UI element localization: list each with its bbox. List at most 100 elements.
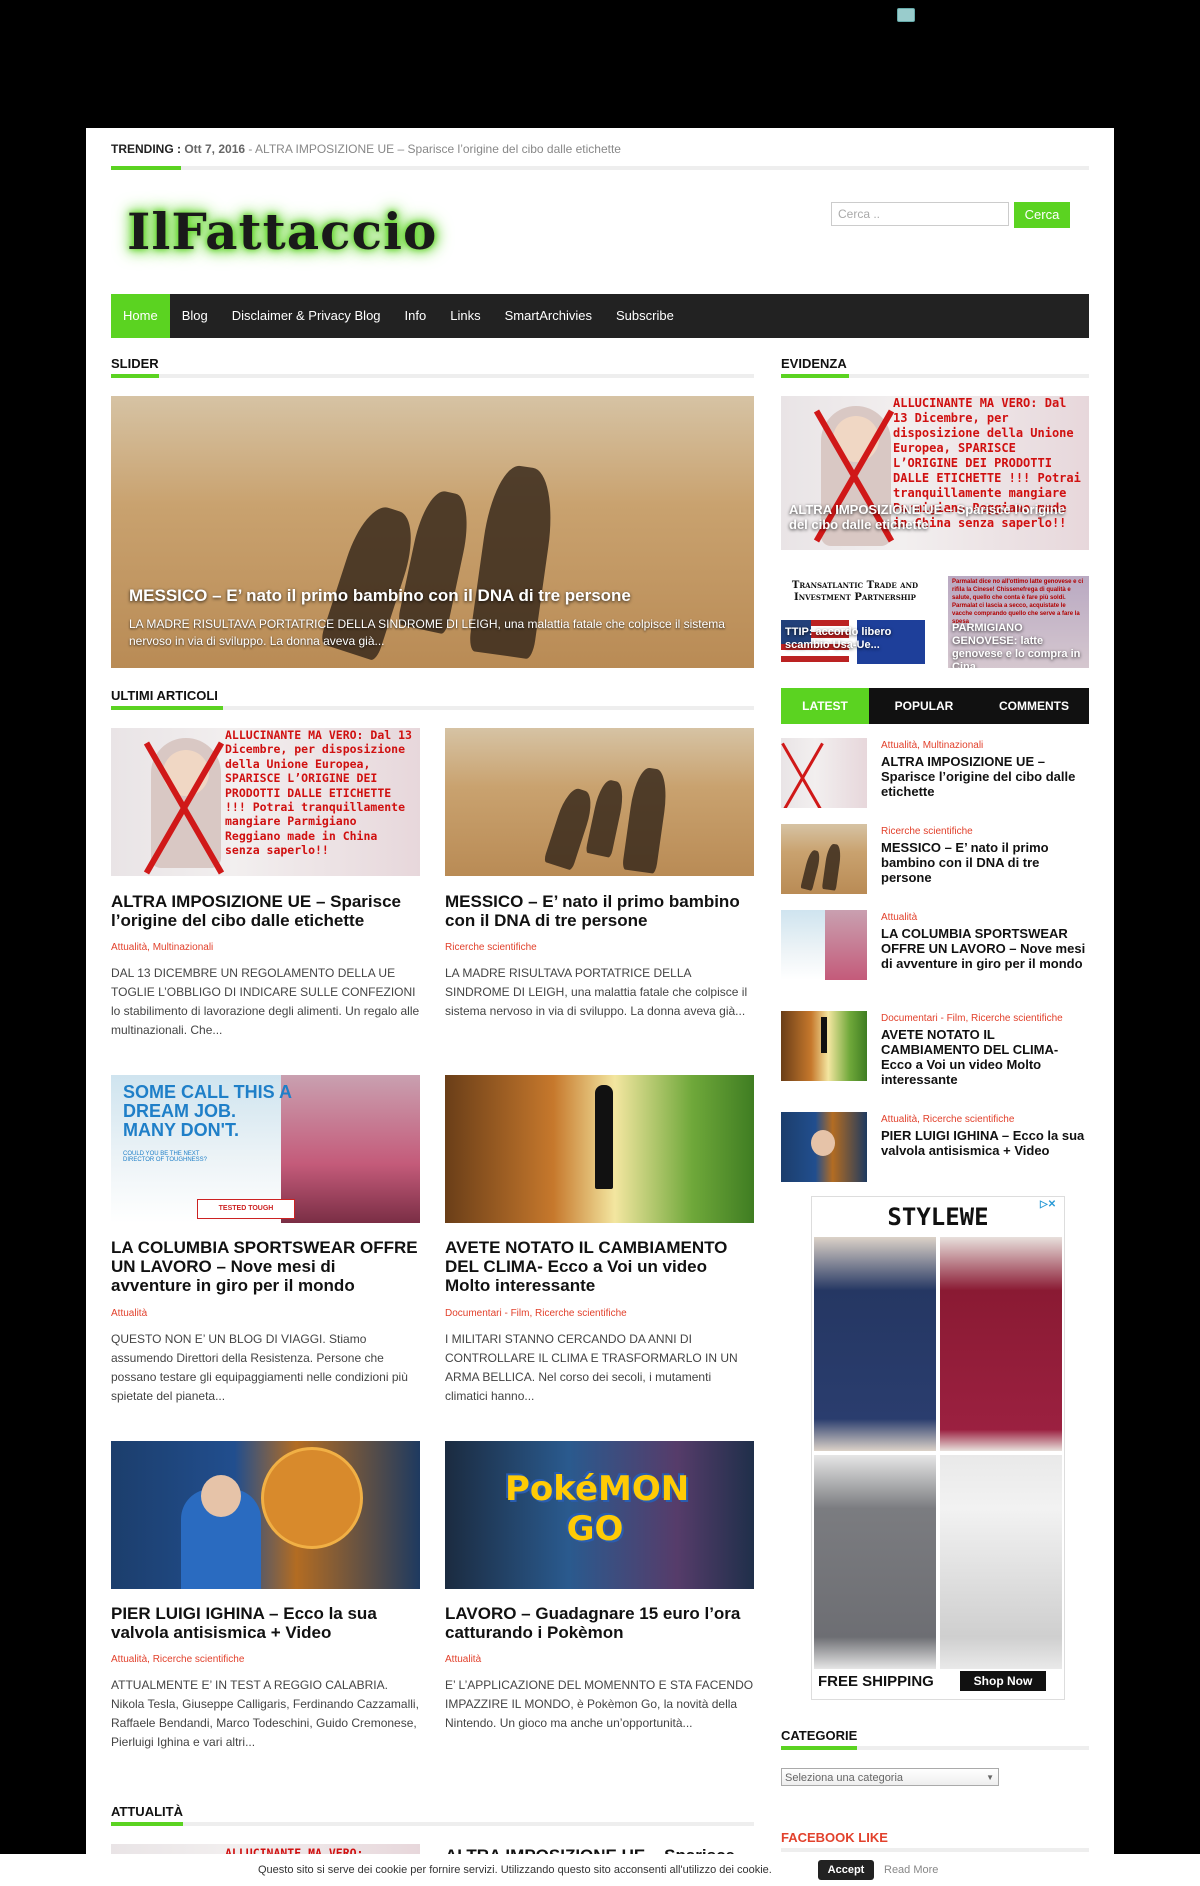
cookie-bar: Questo sito si serve dei cookie per forn… <box>0 1854 1200 1886</box>
ad-brand: STYLEWE <box>887 1203 989 1231</box>
sidebar-tabs: LATEST POPULAR COMMENTS <box>781 688 1089 724</box>
cookie-message: Questo sito si serve dei cookie per forn… <box>258 1864 772 1876</box>
stylewe-ad[interactable]: ▷✕ STYLEWE FREE SHIPPING Shop Now <box>811 1196 1065 1700</box>
ue-image-text: ALLUCINANTE MA VERO: Dal 13 Dicembre, pe… <box>225 728 412 857</box>
latest-title[interactable]: AVETE NOTATO IL CAMBIAMENTO DEL CLIMA- E… <box>881 1027 1089 1087</box>
shadow-figure <box>585 778 627 858</box>
section-accent-bar <box>111 374 159 378</box>
columbia-badge: TESTED TOUGH <box>197 1199 295 1219</box>
search-input[interactable]: Cerca .. <box>831 202 1009 226</box>
latest-title[interactable]: PIER LUIGI IGHINA – Ecco la sua valvola … <box>881 1128 1089 1158</box>
tab-latest[interactable]: LATEST <box>781 688 869 724</box>
article-categories[interactable]: Attualità <box>111 1308 147 1319</box>
trending-bar: TRENDING : Ott 7, 2016 - ALTRA IMPOSIZIO… <box>111 142 1089 164</box>
latest-categories[interactable]: Attualità, Multinazionali <box>881 740 983 751</box>
article-excerpt: I MILITARI STANNO CERCANDO DA ANNI DI CO… <box>445 1332 738 1403</box>
latest-title[interactable]: ALTRA IMPOSIZIONE UE – Sparisce l’origin… <box>881 754 1089 799</box>
article-title[interactable]: MESSICO – E’ nato il primo bambino con i… <box>445 892 754 930</box>
article-excerpt: QUESTO NON E’ UN BLOG DI VIAGGI. Stiamo … <box>111 1332 408 1403</box>
nav-item-smartarchivies[interactable]: SmartArchivies <box>493 294 604 338</box>
article-image-columbia[interactable]: SOME CALL THIS A DREAM JOB. MANY DON'T. … <box>111 1075 420 1223</box>
shadow-figure <box>396 487 476 635</box>
latest-title[interactable]: LA COLUMBIA SPORTSWEAR OFFRE UN LAVORO –… <box>881 926 1089 971</box>
nav-item-links[interactable]: Links <box>438 294 492 338</box>
old-man-face <box>811 1130 835 1156</box>
climber-figure <box>825 910 867 980</box>
nav-item-blog[interactable]: Blog <box>170 294 220 338</box>
evidenza-thumb-parma[interactable]: Parmalat dice no all'ottimo latte genove… <box>948 576 1089 668</box>
parma-caption[interactable]: PARMIGIANO GENOVESE: latte genovese e lo… <box>952 622 1085 668</box>
parma-image-text: Parmalat dice no all'ottimo latte genove… <box>952 579 1084 625</box>
category-select-value: Seleziona una categoria <box>785 1772 904 1784</box>
evidenza-main-image[interactable]: ALLUCINANTE MA VERO: Dal 13 Dicembre, pe… <box>781 396 1089 550</box>
latest-categories[interactable]: Attualità, Ricerche scientifiche <box>881 1114 1014 1125</box>
climber-figure <box>281 1075 420 1223</box>
ad-dress-floral <box>940 1455 1062 1669</box>
article-excerpt: E’ L’APPLICAZIONE DEL MOMENNTO E STA FAC… <box>445 1678 754 1730</box>
latest-categories[interactable]: Documentari - Film, Ricerche scientifich… <box>881 1013 1063 1024</box>
article-title[interactable]: ALTRA IMPOSIZIONE UE – Sparisce l’origin… <box>111 892 420 930</box>
article-title[interactable]: AVETE NOTATO IL CAMBIAMENTO DEL CLIMA- E… <box>445 1238 754 1295</box>
shadow-figure <box>621 766 671 874</box>
categorie-heading: CATEGORIE <box>781 1728 858 1743</box>
section-divider <box>111 374 754 378</box>
latest-thumb[interactable] <box>781 824 867 894</box>
nav-item-info[interactable]: Info <box>393 294 439 338</box>
trending-divider <box>111 166 1089 170</box>
section-accent-bar <box>781 374 849 378</box>
trending-label: TRENDING : <box>111 142 181 156</box>
latest-thumb[interactable] <box>781 1011 867 1081</box>
evidenza-main-title[interactable]: ALTRA IMPOSIZIONE UE – Sparisce l’origin… <box>789 502 1085 532</box>
sun-device <box>261 1447 363 1549</box>
article-image-ue[interactable]: ALLUCINANTE MA VERO: Dal 13 Dicembre, pe… <box>111 728 420 876</box>
cookie-accept-button[interactable]: Accept <box>818 1860 874 1880</box>
columbia-headline: SOME CALL THIS A DREAM JOB. MANY DON'T. <box>123 1082 292 1140</box>
trending-link[interactable]: - ALTRA IMPOSIZIONE UE – Sparisce l’orig… <box>245 142 621 156</box>
latest-categories[interactable]: Ricerche scientifiche <box>881 826 973 837</box>
evidenza-thumb-ttip[interactable]: Transatlantic Trade and Investment Partn… <box>781 576 929 668</box>
slider-heading: SLIDER <box>111 356 159 371</box>
tab-comments[interactable]: COMMENTS <box>979 688 1089 724</box>
article-categories[interactable]: Attualità <box>445 1654 481 1665</box>
shadow-figure <box>821 843 843 891</box>
article-title[interactable]: LA COLUMBIA SPORTSWEAR OFFRE UN LAVORO –… <box>111 1238 420 1295</box>
tab-popular[interactable]: POPULAR <box>869 688 979 724</box>
main-navigation: Home Blog Disclaimer & Privacy Blog Info… <box>111 294 1089 338</box>
article-excerpt: ATTUALMENTE E’ IN TEST A REGGIO CALABRIA… <box>111 1678 419 1749</box>
article-categories[interactable]: Documentari - Film, Ricerche scientifich… <box>445 1308 627 1319</box>
article-title[interactable]: PIER LUIGI IGHINA – Ecco la sua valvola … <box>111 1604 420 1642</box>
article-categories[interactable]: Ricerche scientifiche <box>445 942 537 953</box>
ttip-caption[interactable]: TTIP: accordo libero scambio Usa-Ue... <box>785 626 925 652</box>
nav-item-subscribe[interactable]: Subscribe <box>604 294 686 338</box>
ad-dress-grey <box>814 1455 936 1669</box>
ultimi-heading: ULTIMI ARTICOLI <box>111 688 218 703</box>
article-image-pokemon[interactable]: PokéMON GO <box>445 1441 754 1589</box>
latest-thumb[interactable] <box>781 1112 867 1182</box>
nav-item-disclaimer[interactable]: Disclaimer & Privacy Blog <box>220 294 393 338</box>
article-excerpt: LA MADRE RISULTAVA PORTATRICE DELLA SIND… <box>445 966 748 1018</box>
browser-extension-icon[interactable] <box>897 8 915 22</box>
article-image-climate[interactable] <box>445 1075 754 1223</box>
latest-categories[interactable]: Attualità <box>881 912 917 923</box>
ad-dress-navy <box>814 1237 936 1451</box>
nav-item-home[interactable]: Home <box>111 294 170 338</box>
article-excerpt: DAL 13 DICEMBRE UN REGOLAMENTO DELLA UE … <box>111 966 420 1037</box>
category-select[interactable]: Seleziona una categoria ▼ <box>781 1768 999 1786</box>
article-image-messico[interactable] <box>445 728 754 876</box>
latest-thumb[interactable] <box>781 910 867 980</box>
article-categories[interactable]: Attualità, Multinazionali <box>111 942 213 953</box>
cookie-read-more-link[interactable]: Read More <box>884 1864 938 1876</box>
slider-title[interactable]: MESSICO – E’ nato il primo bambino con i… <box>129 586 729 606</box>
latest-thumb[interactable] <box>781 738 867 808</box>
section-accent-bar <box>111 706 223 710</box>
article-categories[interactable]: Attualità, Ricerche scientifiche <box>111 1654 244 1665</box>
section-divider <box>111 1822 754 1826</box>
section-divider <box>781 1848 1089 1852</box>
search-button[interactable]: Cerca <box>1014 202 1070 228</box>
article-image-ighina[interactable] <box>111 1441 420 1589</box>
article-title[interactable]: LAVORO – Guadagnare 15 euro l’ora cattur… <box>445 1604 754 1642</box>
latest-title[interactable]: MESSICO – E’ nato il primo bambino con i… <box>881 840 1089 885</box>
ad-shop-now-button[interactable]: Shop Now <box>960 1671 1046 1691</box>
slider-image[interactable]: MESSICO – E’ nato il primo bambino con i… <box>111 396 754 668</box>
site-logo[interactable]: IlFattaccio <box>127 202 437 261</box>
